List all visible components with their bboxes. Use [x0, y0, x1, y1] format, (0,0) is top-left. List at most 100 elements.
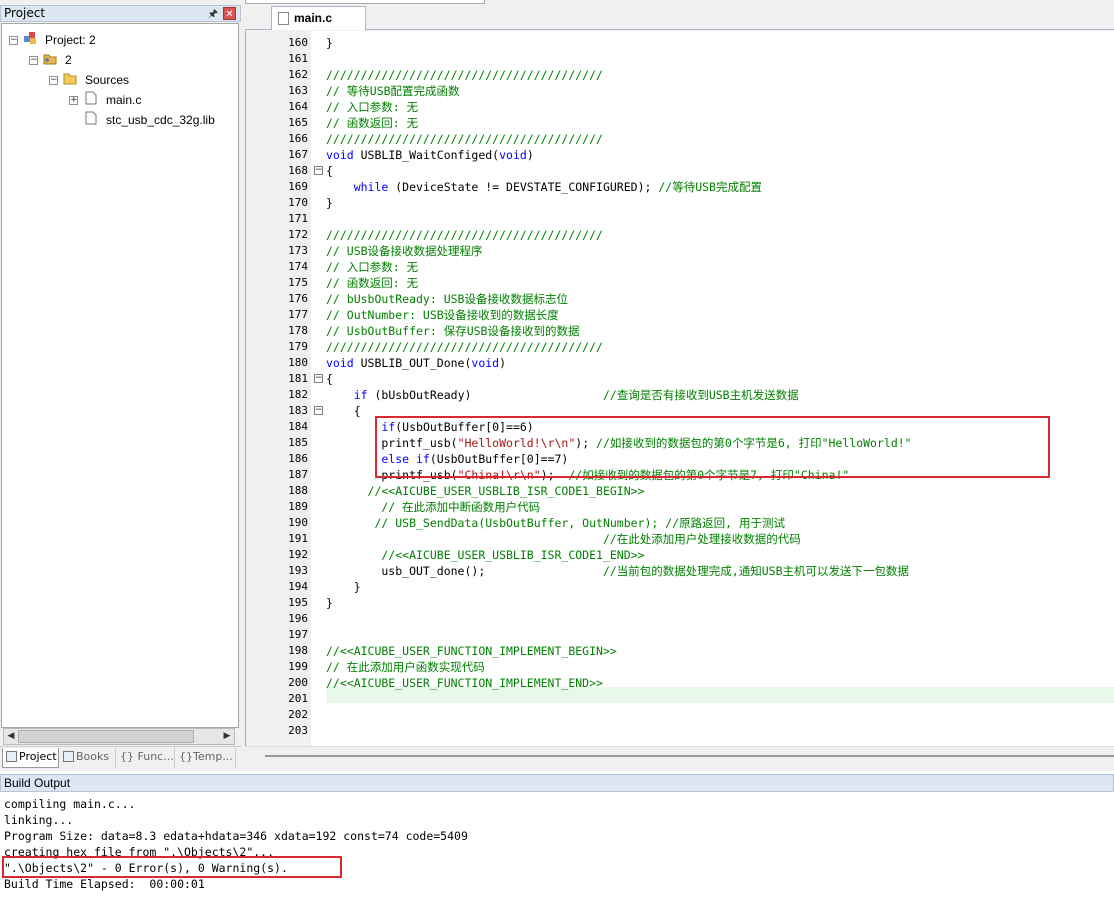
- line-number: 180: [288, 356, 308, 369]
- fold-column: [311, 31, 325, 746]
- tree-item-file[interactable]: stc_usb_cdc_32g.lib: [106, 112, 215, 128]
- line-number: 182: [288, 388, 308, 401]
- code-line[interactable]: // bUsbOutReady: USB设备接收数据标志位: [326, 291, 568, 307]
- tree-item-sources[interactable]: Sources: [85, 72, 129, 88]
- code-line[interactable]: // 等待USB配置完成函数: [326, 83, 460, 99]
- tab-main-c-label: main.c: [294, 11, 333, 25]
- tab-project[interactable]: Project: [2, 748, 59, 768]
- code-line[interactable]: {: [326, 163, 333, 179]
- code-line[interactable]: }: [326, 595, 333, 611]
- code-line[interactable]: // OutNumber: USB设备接收到的数据长度: [326, 307, 559, 323]
- c-file-icon: [85, 91, 97, 105]
- code-line[interactable]: //在此处添加用户处理接收数据的代码: [326, 531, 801, 547]
- build-output-line: linking...: [4, 813, 74, 827]
- code-line[interactable]: while (DeviceState != DEVSTATE_CONFIGURE…: [326, 179, 762, 195]
- code-line[interactable]: ////////////////////////////////////////: [326, 339, 603, 355]
- code-token: {: [326, 372, 333, 386]
- fold-toggle-icon[interactable]: −: [314, 374, 323, 383]
- code-token: //<<AICUBE_USER_FUNCTION_IMPLEMENT_END>>: [326, 676, 603, 690]
- code-line[interactable]: //<<AICUBE_USER_USBLIB_ISR_CODE1_END>>: [326, 547, 644, 563]
- lib-file-icon: [85, 111, 97, 125]
- tree-item-project[interactable]: Project: 2: [45, 32, 96, 48]
- collapse-icon[interactable]: −: [29, 56, 38, 65]
- code-token: (DeviceState != DEVSTATE_CONFIGURED);: [388, 180, 659, 194]
- code-token: }: [326, 596, 333, 610]
- project-panel-title: Project 🖈︎ ✕: [0, 5, 241, 22]
- code-line[interactable]: ////////////////////////////////////////: [326, 67, 603, 83]
- scrollbar-track[interactable]: [265, 755, 1114, 757]
- code-line[interactable]: // 入口参数: 无: [326, 259, 418, 275]
- code-line[interactable]: if (bUsbOutReady) //查询是否有接收到USB主机发送数据: [326, 387, 799, 403]
- pin-icon[interactable]: 🖈︎: [208, 6, 218, 21]
- code-line[interactable]: }: [326, 579, 361, 595]
- code-token: //等待USB完成配置: [658, 180, 762, 194]
- code-line[interactable]: // 入口参数: 无: [326, 99, 418, 115]
- code-line[interactable]: {: [326, 403, 361, 419]
- tab-books[interactable]: Books: [60, 748, 116, 768]
- code-line[interactable]: ////////////////////////////////////////: [326, 131, 603, 147]
- code-line[interactable]: }: [326, 195, 333, 211]
- code-line[interactable]: // 在此添加用户函数实现代码: [326, 659, 485, 675]
- tree-item-target[interactable]: 2: [65, 52, 72, 68]
- tab-templates-label: Temp...: [193, 750, 233, 763]
- braces-icon: {}: [120, 750, 138, 763]
- code-token: usb_OUT_done();: [326, 564, 603, 578]
- fold-toggle-icon[interactable]: −: [314, 166, 323, 175]
- code-line[interactable]: void USBLIB_WaitConfiged(void): [326, 147, 534, 163]
- code-line[interactable]: // 函数返回: 无: [326, 275, 418, 291]
- scroll-left-icon[interactable]: ◀: [4, 729, 18, 744]
- line-number: 194: [288, 580, 308, 593]
- code-token: void: [326, 356, 354, 370]
- code-token: }: [326, 36, 333, 50]
- highlight-box-code: [375, 416, 1050, 478]
- editor-horizontal-scrollbar[interactable]: [245, 746, 1114, 771]
- code-line[interactable]: // 在此添加中断函数用户代码: [326, 499, 540, 515]
- tree-horizontal-scrollbar[interactable]: ◀ ▶: [3, 728, 235, 745]
- code-editor[interactable]: 160 161 162 163 164 165 166 167 168 169 170 171 172 1…: [245, 31, 1114, 746]
- ide-window: Project 🖈︎ ✕ − Project: 2 − 2 − Sources …: [0, 0, 1114, 905]
- code-token: // 在此添加用户函数实现代码: [326, 660, 485, 674]
- code-token: (bUsbOutReady): [367, 388, 603, 402]
- line-number: 168: [288, 164, 308, 177]
- scrollbar-thumb[interactable]: [18, 730, 194, 743]
- line-number: 170: [288, 196, 308, 209]
- code-line[interactable]: }: [326, 35, 333, 51]
- code-line[interactable]: void USBLIB_OUT_Done(void): [326, 355, 506, 371]
- expand-icon[interactable]: +: [69, 96, 78, 105]
- books-icon: [63, 751, 74, 762]
- code-line[interactable]: // UsbOutBuffer: 保存USB设备接收到的数据: [326, 323, 579, 339]
- code-line[interactable]: //<<AICUBE_USER_FUNCTION_IMPLEMENT_END>>: [326, 675, 603, 691]
- collapse-icon[interactable]: −: [9, 36, 18, 45]
- line-number: 186: [288, 452, 308, 465]
- line-number: 191: [288, 532, 308, 545]
- project-panel: Project 🖈︎ ✕ − Project: 2 − 2 − Sources …: [0, 5, 241, 771]
- code-line[interactable]: // 函数返回: 无: [326, 115, 418, 131]
- code-token: // bUsbOutReady: USB设备接收数据标志位: [326, 292, 568, 306]
- code-line[interactable]: //<<AICUBE_USER_USBLIB_ISR_CODE1_BEGIN>>: [326, 483, 645, 499]
- line-number: 199: [288, 660, 308, 673]
- editor-tab-bar: main.c: [245, 5, 1114, 30]
- code-line[interactable]: // USB_SendData(UsbOutBuffer, OutNumber)…: [326, 515, 785, 531]
- tree-item-file[interactable]: main.c: [106, 92, 141, 108]
- code-line[interactable]: ////////////////////////////////////////: [326, 227, 603, 243]
- tab-main-c[interactable]: main.c: [271, 6, 366, 30]
- code-line[interactable]: usb_OUT_done(); //当前包的数据处理完成,通知USB主机可以发送…: [326, 563, 909, 579]
- line-number: 160: [288, 36, 308, 49]
- tab-functions[interactable]: {} Func...: [117, 748, 175, 768]
- tab-templates[interactable]: {}Temp...: [176, 748, 236, 768]
- build-output-text[interactable]: compiling main.c... linking... Program Siz…: [0, 793, 1114, 905]
- build-output-line: Build Time Elapsed: 00:00:01: [4, 877, 205, 891]
- code-line[interactable]: //<<AICUBE_USER_FUNCTION_IMPLEMENT_BEGIN…: [326, 643, 617, 659]
- code-line[interactable]: // USB设备接收数据处理程序: [326, 243, 483, 259]
- collapse-icon[interactable]: −: [49, 76, 58, 85]
- code-token: ): [526, 148, 534, 162]
- code-token: USBLIB_OUT_Done(: [353, 356, 472, 370]
- fold-toggle-icon[interactable]: −: [314, 406, 323, 415]
- scroll-right-icon[interactable]: ▶: [220, 729, 234, 744]
- close-icon[interactable]: ✕: [223, 7, 236, 20]
- code-line[interactable]: {: [326, 371, 333, 387]
